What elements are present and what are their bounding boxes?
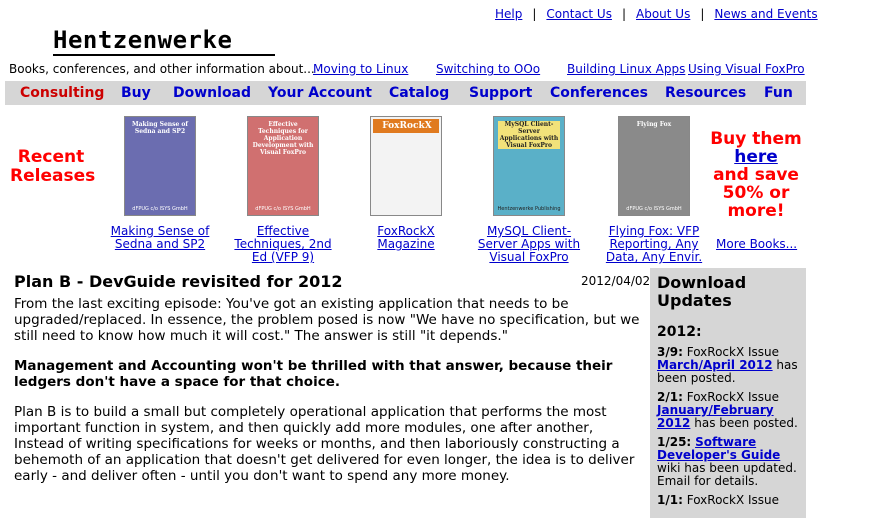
update-date: 2/1: bbox=[657, 390, 683, 404]
update-date: 1/25: bbox=[657, 435, 692, 449]
article-body: From the last exciting episode: You've g… bbox=[14, 296, 646, 498]
book-item: MySQL Client-Server Applications with Vi… bbox=[474, 116, 584, 264]
cover-publisher: dFPUG c/o ISYS GmbH bbox=[255, 206, 311, 212]
book-link[interactable]: Flying Fox: VFP Reporting, Any Data, Any… bbox=[599, 225, 709, 264]
about-us-link[interactable]: About Us bbox=[636, 7, 690, 21]
cover-publisher: Hentzenwerke Publishing bbox=[497, 206, 561, 212]
update-text: has been posted. bbox=[694, 416, 798, 430]
cover-publisher: dFPUG c/o ISYS GmbH bbox=[626, 206, 682, 212]
nav-support[interactable]: Support bbox=[469, 85, 532, 101]
article-paragraph: From the last exciting episode: You've g… bbox=[14, 296, 640, 344]
book-item: FoxRockX FoxRockX Magazine bbox=[351, 116, 461, 251]
nav-consulting[interactable]: Consulting bbox=[20, 85, 104, 101]
book-cover[interactable]: Flying Fox dFPUG c/o ISYS GmbH bbox=[618, 116, 690, 216]
main-nav: Consulting Buy Download Your Account Cat… bbox=[5, 81, 806, 105]
update-text: wiki has been updated. Email for details… bbox=[657, 461, 797, 488]
update-link[interactable]: March/April 2012 bbox=[657, 358, 773, 372]
using-visual-foxpro-link[interactable]: Using Visual FoxPro bbox=[688, 62, 805, 76]
update-item: 1/1: FoxRockX Issue bbox=[657, 494, 799, 507]
cover-title: MySQL Client-Server Applications with Vi… bbox=[498, 121, 560, 149]
building-linux-apps-link[interactable]: Building Linux Apps bbox=[567, 62, 685, 76]
sidebar-title: Download Updates bbox=[657, 273, 747, 310]
cover-title: Flying Fox bbox=[636, 121, 672, 128]
nav-conferences[interactable]: Conferences bbox=[550, 85, 648, 101]
more-books-link[interactable]: More Books... bbox=[716, 237, 797, 251]
moving-to-linux-link[interactable]: Moving to Linux bbox=[313, 62, 408, 76]
logo[interactable]: Hentzenwerke bbox=[53, 27, 275, 57]
nav-resources[interactable]: Resources bbox=[665, 85, 746, 101]
separator: | bbox=[700, 7, 705, 21]
book-item: Effective Techniques for Application Dev… bbox=[228, 116, 338, 264]
update-item: 1/25: Software Developer's Guide wiki ha… bbox=[657, 436, 799, 488]
separator: | bbox=[621, 7, 626, 21]
book-cover[interactable]: FoxRockX bbox=[370, 116, 442, 216]
book-link[interactable]: Making Sense of Sedna and SP2 bbox=[105, 225, 215, 251]
cover-publisher: dFPUG c/o ISYS GmbH bbox=[132, 206, 188, 212]
article-paragraph: Management and Accounting won't be thril… bbox=[14, 358, 613, 390]
top-links: Help | Contact Us | About Us | News and Events bbox=[495, 7, 818, 21]
cover-title: Making Sense of Sedna and SP2 bbox=[132, 121, 188, 135]
book-link[interactable]: FoxRockX Magazine bbox=[351, 225, 461, 251]
download-updates-sidebar: Download Updates 2012: 3/9: FoxRockX Iss… bbox=[650, 268, 806, 518]
book-cover[interactable]: MySQL Client-Server Applications with Vi… bbox=[493, 116, 565, 216]
nav-your-account[interactable]: Your Account bbox=[268, 85, 372, 101]
update-item: 2/1: FoxRockX Issue January/February 201… bbox=[657, 391, 799, 430]
switching-to-ooo-link[interactable]: Switching to OOo bbox=[436, 62, 540, 76]
news-and-events-link[interactable]: News and Events bbox=[714, 7, 817, 21]
recent-releases-heading: Recent Releases bbox=[10, 147, 96, 186]
update-item: 3/9: FoxRockX Issue March/April 2012 has… bbox=[657, 346, 799, 385]
promo-buy-text: Buy them bbox=[710, 129, 802, 149]
promo-save-text: and save 50% or more! bbox=[713, 165, 799, 221]
update-text: FoxRockX Issue bbox=[686, 493, 780, 507]
update-text: FoxRockX Issue bbox=[686, 345, 780, 359]
cover-title: FoxRockX bbox=[373, 119, 439, 133]
update-text: FoxRockX Issue bbox=[686, 390, 780, 404]
nav-buy[interactable]: Buy bbox=[121, 85, 151, 101]
book-item: Flying Fox dFPUG c/o ISYS GmbH Flying Fo… bbox=[599, 116, 709, 264]
article-title: Plan B - DevGuide revisited for 2012 bbox=[14, 272, 343, 291]
book-item: Making Sense of Sedna and SP2 dFPUG c/o … bbox=[105, 116, 215, 251]
book-link[interactable]: MySQL Client-Server Apps with Visual Fox… bbox=[474, 225, 584, 264]
logo-underline bbox=[53, 54, 275, 56]
tagline: Books, conferences, and other informatio… bbox=[9, 62, 315, 76]
promo-here-link[interactable]: here bbox=[734, 147, 778, 167]
article-date: 2012/04/02 bbox=[581, 274, 651, 288]
update-date: 3/9: bbox=[657, 345, 683, 359]
article-paragraph: Plan B is to build a small but completel… bbox=[14, 404, 635, 484]
nav-fun[interactable]: Fun bbox=[764, 85, 793, 101]
logo-text: Hentzenwerke bbox=[53, 26, 233, 54]
cover-title: Effective Techniques for Application Dev… bbox=[252, 121, 314, 156]
tagline-row: Books, conferences, and other informatio… bbox=[9, 62, 315, 76]
nav-catalog[interactable]: Catalog bbox=[389, 85, 449, 101]
book-cover[interactable]: Making Sense of Sedna and SP2 dFPUG c/o … bbox=[124, 116, 196, 216]
book-cover[interactable]: Effective Techniques for Application Dev… bbox=[247, 116, 319, 216]
separator: | bbox=[532, 7, 537, 21]
help-link[interactable]: Help bbox=[495, 7, 522, 21]
book-link[interactable]: Effective Techniques, 2nd Ed (VFP 9) bbox=[228, 225, 338, 264]
update-date: 1/1: bbox=[657, 493, 683, 507]
buy-promo: Buy them here and save 50% or more! bbox=[708, 130, 804, 220]
contact-us-link[interactable]: Contact Us bbox=[546, 7, 612, 21]
nav-download[interactable]: Download bbox=[173, 85, 251, 101]
sidebar-year: 2012: bbox=[657, 324, 702, 340]
